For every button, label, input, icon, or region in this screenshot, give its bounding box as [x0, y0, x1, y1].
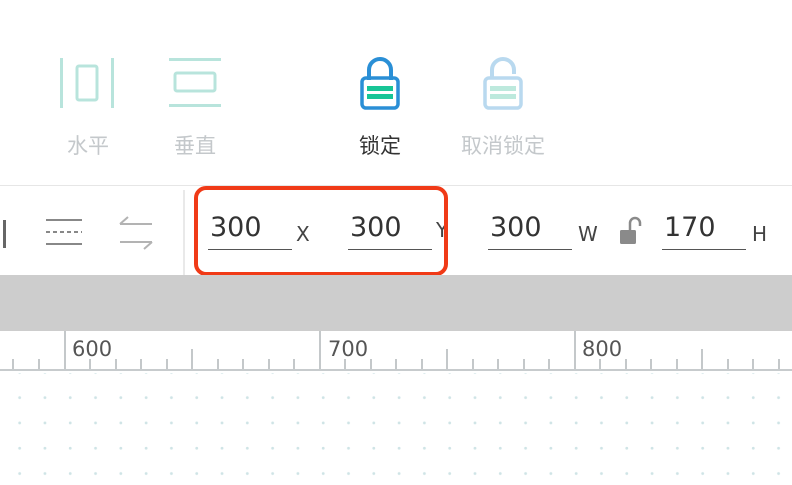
divider-stub [3, 220, 6, 248]
lock-button[interactable]: 锁定 [340, 52, 420, 160]
canvas-dot-grid [0, 373, 792, 485]
ruler-label: 600 [72, 337, 113, 361]
swap-arrows-icon [119, 216, 153, 250]
lock-label: 锁定 [359, 134, 401, 158]
ruler-label: 700 [328, 337, 369, 361]
align-vertical-button[interactable]: 垂直 [155, 52, 235, 160]
unlock-icon [463, 52, 543, 114]
align-vertical-label: 垂直 [174, 134, 216, 158]
height-field[interactable]: 170 [662, 210, 746, 250]
height-unit-label: H [752, 222, 768, 246]
flip-button[interactable] [114, 214, 158, 256]
aspect-lock-toggle[interactable] [618, 216, 644, 250]
gray-band [0, 275, 792, 331]
width-field[interactable]: 300 [488, 210, 572, 250]
open-padlock-icon [620, 216, 642, 244]
unlock-button[interactable]: 取消锁定 [461, 52, 545, 160]
align-horizontal-icon [48, 52, 128, 114]
ruler-label: 800 [582, 337, 623, 361]
distribute-button[interactable] [42, 216, 86, 254]
horizontal-ruler: 600 700 800 [0, 331, 792, 371]
distribute-icon [46, 219, 82, 245]
width-unit-label: W [578, 222, 598, 246]
align-vertical-icon [155, 52, 235, 114]
position-highlight-box [194, 186, 448, 276]
separator [183, 190, 185, 276]
lock-icon [340, 52, 420, 114]
align-horizontal-button[interactable]: 水平 [48, 52, 128, 160]
unlock-label: 取消锁定 [461, 134, 545, 158]
align-horizontal-label: 水平 [67, 134, 109, 158]
